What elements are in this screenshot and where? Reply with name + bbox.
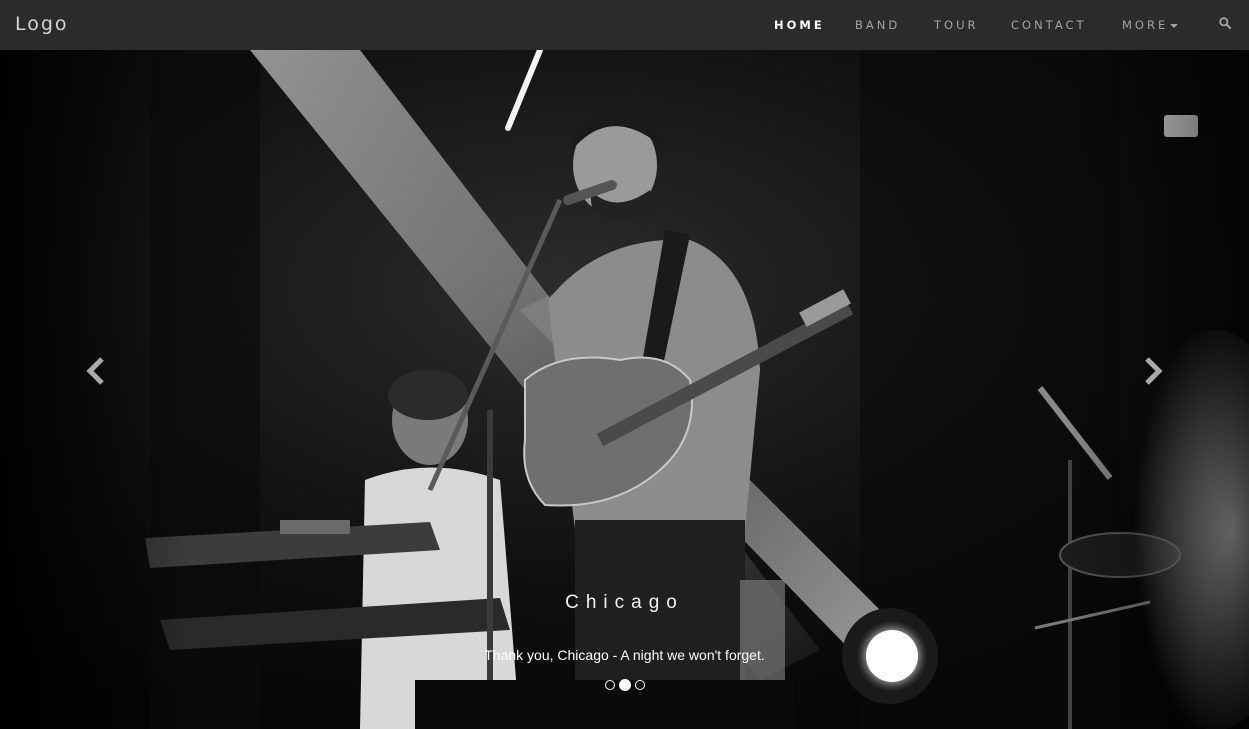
chevron-right-icon[interactable] bbox=[1142, 355, 1164, 387]
nav-more-label: MORE bbox=[1122, 18, 1169, 32]
slide-caption-title: Chicago bbox=[565, 592, 684, 613]
search-icon[interactable] bbox=[1219, 17, 1231, 29]
carousel-indicators bbox=[0, 679, 1249, 691]
navbar: Logo HOME BAND TOUR CONTACT MORE bbox=[0, 0, 1249, 50]
nav-tour[interactable]: TOUR bbox=[934, 18, 978, 32]
nav-contact[interactable]: CONTACT bbox=[1011, 18, 1087, 32]
logo[interactable]: Logo bbox=[15, 13, 69, 35]
nav-more-dropdown[interactable]: MORE bbox=[1122, 18, 1179, 32]
concert-photo bbox=[0, 50, 1249, 729]
hero-carousel: Chicago Thank you, Chicago - A night we … bbox=[0, 50, 1249, 729]
carousel-indicator-3[interactable] bbox=[634, 680, 645, 690]
chevron-left-icon[interactable] bbox=[85, 355, 107, 387]
caret-down-icon bbox=[1170, 23, 1179, 28]
slide-caption-text: Thank you, Chicago - A night we won't fo… bbox=[484, 647, 765, 663]
carousel-indicator-2[interactable] bbox=[618, 679, 631, 691]
nav-home[interactable]: HOME bbox=[774, 18, 825, 32]
carousel-indicator-1[interactable] bbox=[604, 680, 615, 690]
nav-band[interactable]: BAND bbox=[855, 18, 900, 32]
